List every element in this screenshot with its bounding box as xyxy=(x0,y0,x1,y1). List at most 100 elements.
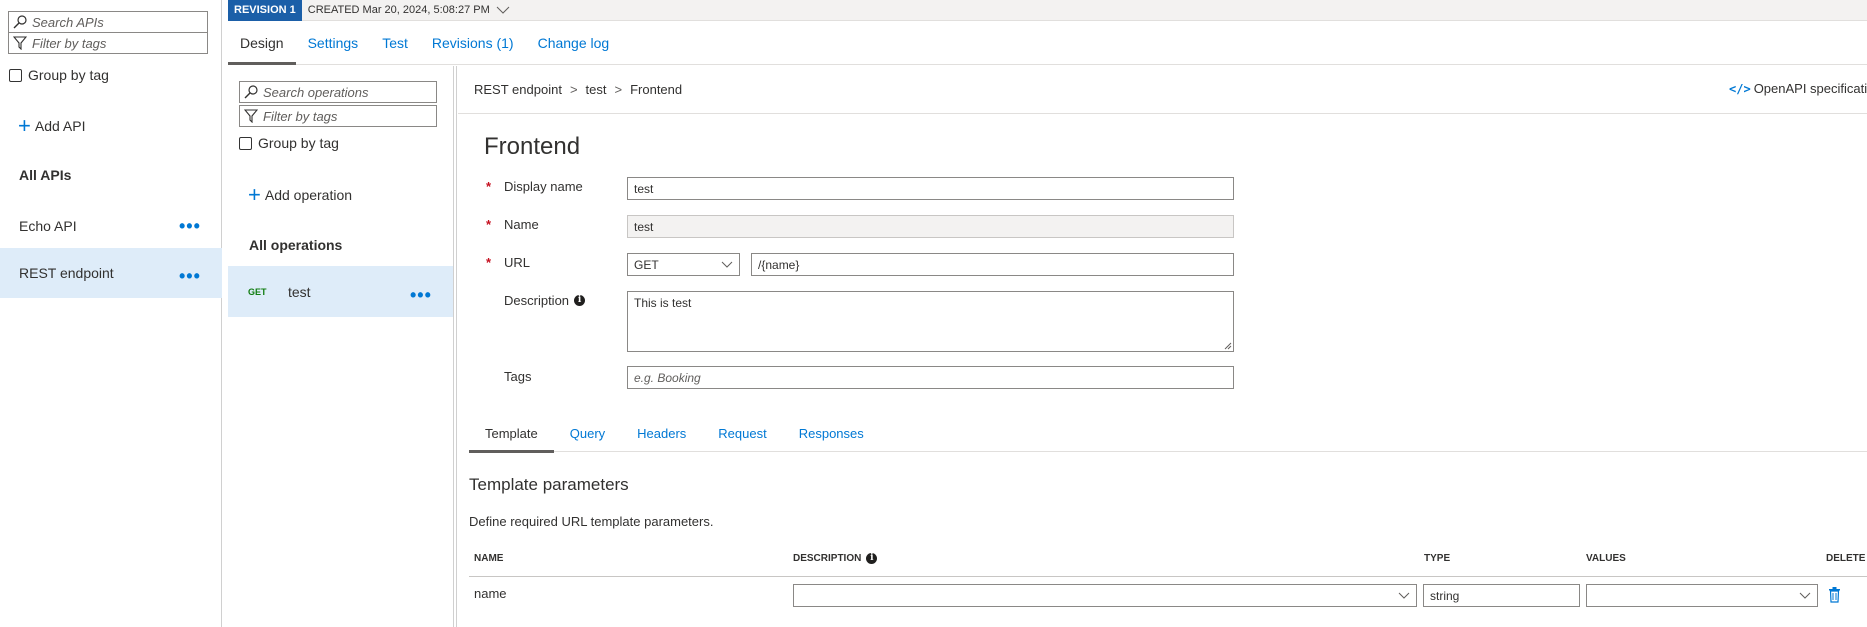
tab-query[interactable]: Query xyxy=(554,416,621,452)
trash-icon[interactable] xyxy=(1828,587,1841,603)
group-by-tag-row[interactable]: Group by tag xyxy=(9,67,109,83)
group-by-tag-label: Group by tag xyxy=(258,135,339,151)
add-operation-label: Add operation xyxy=(264,187,353,203)
param-name: name xyxy=(474,586,507,601)
http-method-value: GET xyxy=(634,257,659,272)
group-by-tag-row[interactable]: Group by tag xyxy=(239,135,339,151)
template-parameters-description: Define required URL template parameters. xyxy=(469,514,714,529)
filter-operation-tags-box[interactable] xyxy=(239,105,437,127)
breadcrumb-separator: > xyxy=(569,82,578,97)
filter-icon xyxy=(244,109,258,123)
tab-headers[interactable]: Headers xyxy=(621,416,702,452)
search-operations-box[interactable] xyxy=(239,81,437,103)
tab-responses[interactable]: Responses xyxy=(783,416,880,452)
all-apis-heading: All APIs xyxy=(19,167,72,183)
pane-divider xyxy=(456,66,457,627)
code-icon: </> xyxy=(1729,81,1751,96)
search-apis-box[interactable] xyxy=(8,11,208,33)
add-operation-button[interactable]: + Add operation xyxy=(248,182,353,207)
tab-request[interactable]: Request xyxy=(702,416,782,452)
table-divider xyxy=(469,576,1867,577)
required-marker: * xyxy=(486,217,492,232)
description-label-row: Description i xyxy=(504,293,586,308)
breadcrumb-current: Frontend xyxy=(630,82,683,97)
page-title: Frontend xyxy=(484,133,581,160)
operations-pane: Group by tag + Add operation All operati… xyxy=(228,66,454,627)
url-label: URL xyxy=(504,255,531,270)
column-header-delete: DELETE xyxy=(1826,553,1866,564)
chevron-down-icon xyxy=(1799,592,1811,599)
group-by-tag-checkbox[interactable] xyxy=(9,68,22,82)
search-apis-input[interactable] xyxy=(32,14,182,30)
info-icon[interactable]: i xyxy=(866,553,878,564)
filter-operation-tags-input[interactable] xyxy=(263,108,413,124)
param-type-field[interactable]: string xyxy=(1423,584,1580,607)
param-description-select[interactable] xyxy=(793,584,1417,607)
filter-tags-input[interactable] xyxy=(32,35,182,51)
openapi-spec-link[interactable]: </> OpenAPI specificatio xyxy=(1729,81,1867,96)
column-header-description: DESCRIPTION xyxy=(793,553,862,564)
display-name-field[interactable]: test xyxy=(627,177,1234,200)
operation-sub-tabs: Template Query Headers Request Responses xyxy=(469,416,1867,453)
openapi-spec-label: OpenAPI specificatio xyxy=(1753,81,1867,96)
tags-field[interactable]: e.g. Booking xyxy=(627,366,1234,389)
resize-handle-icon[interactable] xyxy=(1224,342,1232,350)
tab-test[interactable]: Test xyxy=(370,20,420,64)
param-values-select[interactable] xyxy=(1586,584,1818,607)
more-options-icon[interactable]: ••• xyxy=(179,217,201,235)
api-item-label: REST endpoint xyxy=(19,265,114,281)
tags-label: Tags xyxy=(504,369,532,384)
filter-icon xyxy=(13,36,27,50)
description-textarea[interactable]: This is test xyxy=(627,291,1234,352)
breadcrumb-operation[interactable]: test xyxy=(586,82,607,97)
plus-icon: + xyxy=(18,113,31,138)
api-item-label: Echo API xyxy=(19,218,77,234)
info-icon[interactable]: i xyxy=(574,295,586,306)
column-header-name: NAME xyxy=(474,553,504,564)
template-parameters-title: Template parameters xyxy=(469,475,629,494)
chevron-down-icon xyxy=(496,6,510,14)
tab-revisions[interactable]: Revisions (1) xyxy=(420,20,526,64)
breadcrumb-api[interactable]: REST endpoint xyxy=(474,82,562,97)
more-options-icon[interactable]: ••• xyxy=(179,267,201,285)
column-header-type: TYPE xyxy=(1424,553,1451,564)
url-template-field[interactable]: /{name} xyxy=(751,253,1234,276)
top-tabs: Design Settings Test Revisions (1) Chang… xyxy=(228,21,1867,65)
add-api-label: Add API xyxy=(34,118,86,134)
chevron-down-icon xyxy=(721,261,733,268)
operation-name: test xyxy=(288,283,311,300)
search-icon xyxy=(13,15,27,29)
search-operations-input[interactable] xyxy=(263,84,413,100)
breadcrumb-separator: > xyxy=(614,82,623,97)
revision-created-text: CREATED Mar 20, 2024, 5:08:27 PM xyxy=(307,4,490,16)
group-by-tag-checkbox[interactable] xyxy=(239,136,252,150)
tab-template[interactable]: Template xyxy=(469,416,554,453)
group-by-tag-label: Group by tag xyxy=(28,67,109,83)
chevron-down-icon xyxy=(1398,592,1410,599)
display-name-label: Display name xyxy=(504,179,583,194)
required-marker: * xyxy=(486,179,492,194)
tab-change-log[interactable]: Change log xyxy=(526,20,622,64)
http-method-badge: GET xyxy=(248,286,267,297)
revision-bar: REVISION 1 CREATED Mar 20, 2024, 5:08:27… xyxy=(228,0,1867,21)
column-header-values: VALUES xyxy=(1586,553,1626,564)
divider xyxy=(458,113,1867,114)
more-options-icon[interactable]: ••• xyxy=(410,286,432,304)
all-operations-heading: All operations xyxy=(249,237,343,253)
description-value: This is test xyxy=(634,296,692,310)
revision-badge: REVISION 1 xyxy=(228,0,302,21)
tab-design[interactable]: Design xyxy=(228,20,296,65)
add-api-button[interactable]: + Add API xyxy=(18,113,86,138)
tab-settings[interactable]: Settings xyxy=(296,20,371,64)
revision-created-dropdown[interactable]: CREATED Mar 20, 2024, 5:08:27 PM xyxy=(308,4,510,16)
description-label: Description xyxy=(504,293,570,308)
column-header-description-row: DESCRIPTION i xyxy=(793,553,878,564)
name-label: Name xyxy=(504,217,539,232)
api-list-pane: Group by tag + Add API All APIs Echo API… xyxy=(0,0,222,627)
filter-tags-box[interactable] xyxy=(8,32,208,54)
breadcrumb: REST endpoint > test > Frontend xyxy=(474,82,682,97)
name-field: test xyxy=(627,215,1234,238)
required-marker: * xyxy=(486,255,492,270)
http-method-select[interactable]: GET xyxy=(627,253,740,276)
plus-icon: + xyxy=(248,182,261,207)
